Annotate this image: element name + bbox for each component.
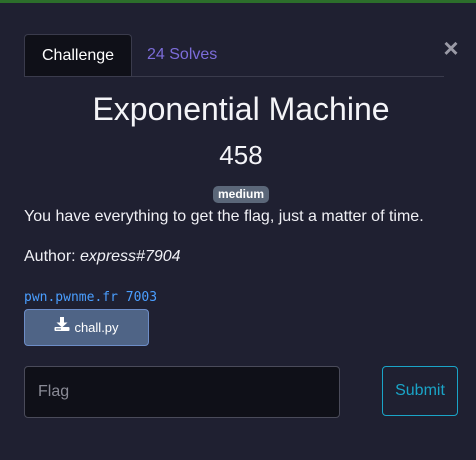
challenge-points: 458 xyxy=(219,140,263,170)
author-name: express#7904 xyxy=(80,248,181,265)
tab-solves[interactable]: 24 Solves xyxy=(130,34,234,75)
challenge-title: Exponential Machine xyxy=(92,91,390,127)
challenge-author: Author: express#7904 xyxy=(24,248,181,266)
tab-challenge[interactable]: Challenge xyxy=(24,34,133,76)
difficulty-badge: medium xyxy=(213,186,269,203)
challenge-modal: × Challenge 24 Solves Exponential Machin… xyxy=(0,3,476,460)
submit-button[interactable]: Submit xyxy=(382,366,458,416)
challenge-description: You have everything to get the flag, jus… xyxy=(24,208,424,225)
modal-tabs: Challenge 24 Solves xyxy=(24,34,444,77)
download-icon xyxy=(54,309,70,344)
flag-input[interactable] xyxy=(24,366,340,418)
author-label: Author: xyxy=(24,248,81,265)
download-file-button[interactable]: chall.py xyxy=(24,309,149,346)
connection-info[interactable]: pwn.pwnme.fr 7003 xyxy=(24,290,157,305)
download-file-label: chall.py xyxy=(74,320,119,335)
